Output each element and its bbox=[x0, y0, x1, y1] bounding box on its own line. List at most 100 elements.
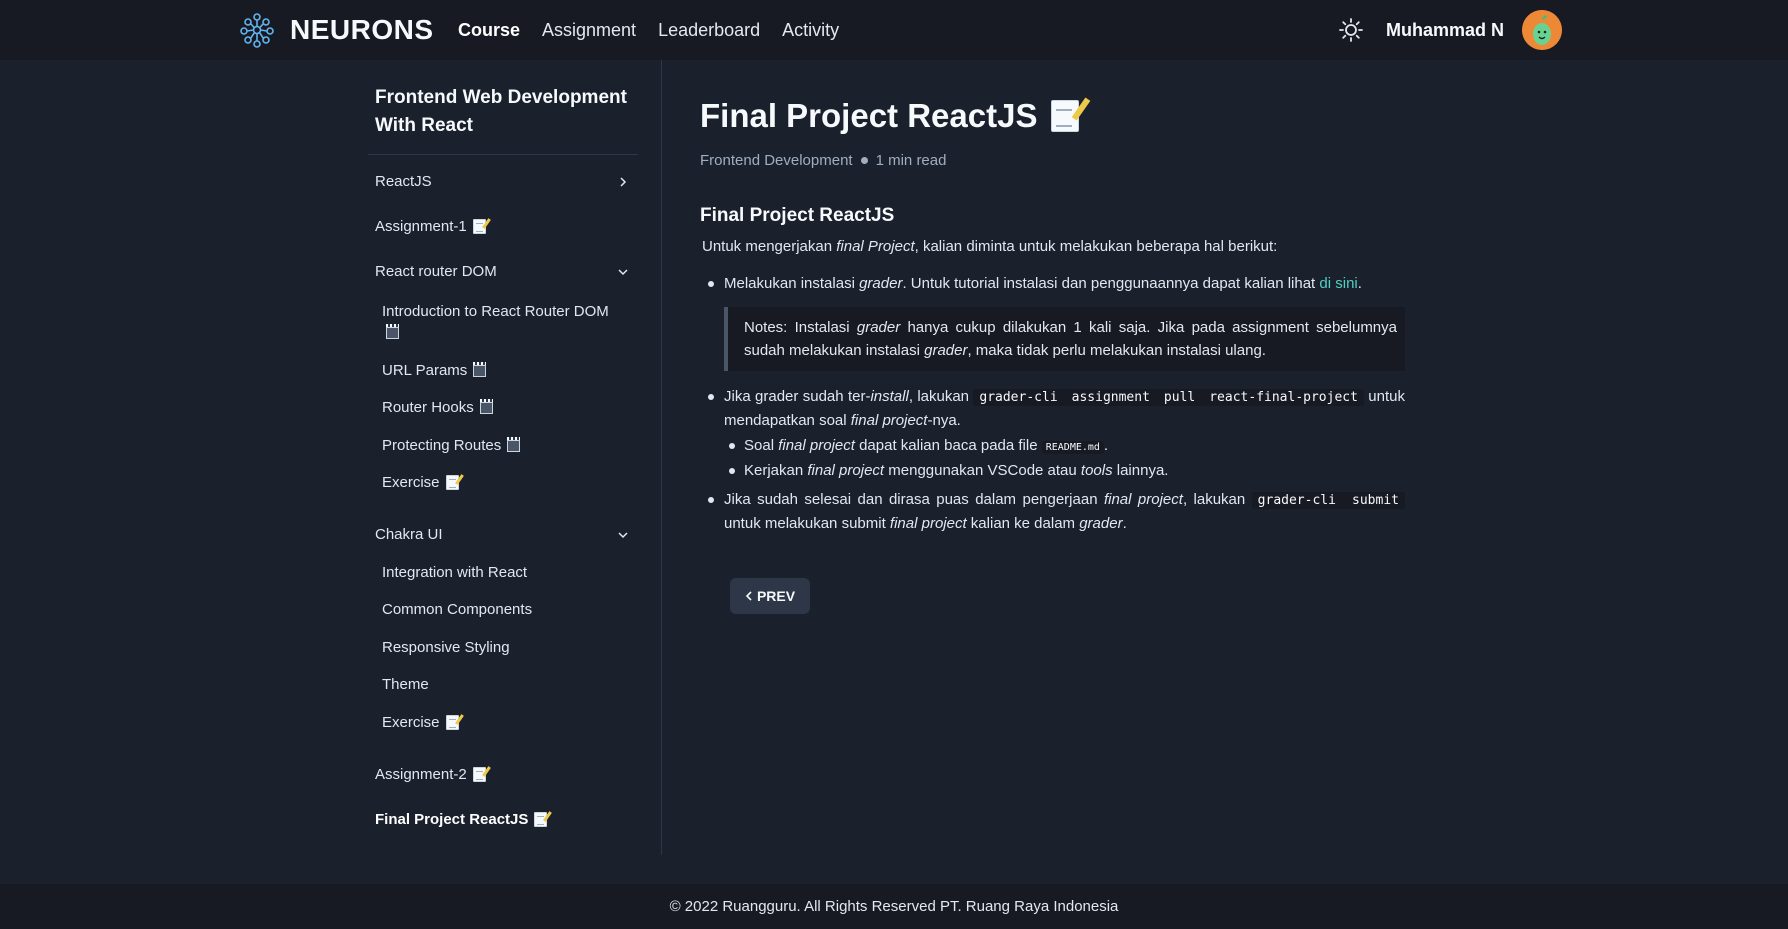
avatar[interactable] bbox=[1522, 10, 1562, 50]
chevron-left-icon bbox=[745, 591, 753, 601]
sidebar-item-label: Router Hooks bbox=[382, 399, 474, 416]
sidebar-item-common-components[interactable]: Common Components bbox=[382, 601, 532, 618]
instruction-list: Melakukan instalasi grader. Untuk tutori… bbox=[700, 272, 1405, 535]
text: , maka tidak perlu melakukan instalasi u… bbox=[967, 342, 1266, 359]
sidebar-item-label: Integration with React bbox=[382, 564, 528, 581]
brand[interactable]: NEURONS bbox=[238, 8, 434, 52]
chevron-right-icon[interactable] bbox=[616, 175, 630, 189]
list-item: Soal final project dapat kalian baca pad… bbox=[700, 434, 1405, 459]
list-item: Jika sudah selesai dan dirasa puas dalam… bbox=[700, 488, 1405, 535]
text: dapat kalian baca pada file bbox=[854, 437, 1042, 454]
sidebar-item-router-hooks[interactable]: Router Hooks bbox=[382, 398, 493, 416]
page-title-text: Final Project ReactJS bbox=[700, 97, 1038, 134]
emphasis: tools bbox=[1080, 462, 1113, 479]
text: , kalian diminta untuk melakukan beberap… bbox=[914, 238, 1278, 255]
sidebar-item-integration-with-react[interactable]: Integration with React bbox=[382, 564, 527, 581]
memo-icon bbox=[472, 767, 486, 782]
sidebar-item-protecting-routes[interactable]: Protecting Routes bbox=[382, 436, 521, 454]
sidebar-item-final-project[interactable]: Final Project ReactJS bbox=[375, 811, 548, 828]
sidebar-item-label: Introduction to React Router DOM bbox=[382, 303, 609, 320]
sidebar-item-url-params[interactable]: URL Params bbox=[382, 361, 487, 379]
sidebar-item-label: Assignment-1 bbox=[375, 218, 467, 235]
text: , lakukan bbox=[1182, 491, 1252, 508]
filename-code: README.md bbox=[1041, 441, 1104, 454]
chevron-down-icon[interactable] bbox=[616, 528, 630, 542]
clapper-icon bbox=[473, 361, 487, 377]
emphasis: final project bbox=[1103, 491, 1183, 508]
text: Jika sudah selesai dan dirasa puas dalam… bbox=[724, 491, 1104, 508]
sidebar-item-exercise-chakra[interactable]: Exercise bbox=[382, 714, 459, 731]
nav-course[interactable]: Course bbox=[458, 20, 520, 41]
sidebar-item-label: Responsive Styling bbox=[382, 639, 510, 656]
sidebar-item-label: Exercise bbox=[382, 474, 440, 491]
text: Soal bbox=[744, 437, 779, 454]
emphasis: grader bbox=[1079, 515, 1123, 532]
text: -nya. bbox=[927, 412, 961, 429]
memo-icon bbox=[445, 715, 459, 730]
sidebar-item-reactjs[interactable]: ReactJS bbox=[375, 173, 432, 190]
user-name[interactable]: Muhammad N bbox=[1386, 20, 1504, 41]
sidebar-item-label: Theme bbox=[382, 676, 429, 693]
text: . bbox=[1103, 437, 1109, 454]
text: , lakukan bbox=[908, 388, 974, 405]
sidebar-item-responsive-styling[interactable]: Responsive Styling bbox=[382, 639, 510, 656]
grader-tutorial-link[interactable]: di sini bbox=[1319, 275, 1357, 292]
sidebar-item-label: Exercise bbox=[382, 714, 440, 731]
emphasis: grader bbox=[859, 275, 903, 292]
emphasis: final project bbox=[778, 437, 855, 454]
sidebar-item-label: Common Components bbox=[382, 601, 533, 618]
prev-button[interactable]: PREV bbox=[730, 578, 810, 614]
sun-icon[interactable] bbox=[1336, 15, 1366, 45]
sidebar-item-assignment-1[interactable]: Assignment-1 bbox=[375, 218, 486, 235]
sidebar-item-chakra-ui[interactable]: Chakra UI bbox=[375, 526, 443, 543]
user-area: Muhammad N bbox=[1336, 0, 1562, 60]
separator-dot bbox=[860, 157, 868, 164]
memo-icon bbox=[534, 812, 548, 827]
sidebar-item-theme[interactable]: Theme bbox=[382, 676, 429, 693]
course-sidebar: Frontend Web Development With React Reac… bbox=[368, 60, 662, 855]
copyright-text: © 2022 Ruangguru. All Rights Reserved PT… bbox=[669, 898, 1119, 915]
intro-paragraph: Untuk mengerjakan final Project, kalian … bbox=[702, 238, 1277, 255]
clapper-icon bbox=[479, 398, 493, 414]
memo-icon bbox=[472, 219, 486, 234]
brand-name: NEURONS bbox=[290, 14, 434, 45]
nav-assignment[interactable]: Assignment bbox=[542, 20, 636, 41]
text: Kerjakan bbox=[744, 462, 808, 479]
sidebar-item-assignment-2[interactable]: Assignment-2 bbox=[375, 766, 486, 783]
page-title: Final Project ReactJS bbox=[700, 97, 1080, 135]
sidebar-item-label: React router DOM bbox=[375, 263, 497, 280]
memo-icon bbox=[445, 475, 459, 490]
text: Untuk mengerjakan bbox=[702, 238, 837, 255]
nav-activity[interactable]: Activity bbox=[782, 20, 839, 41]
notes-blockquote: Notes: Instalasi grader hanya cukup dila… bbox=[724, 307, 1405, 371]
nav-leaderboard[interactable]: Leaderboard bbox=[658, 20, 760, 41]
emphasis: install bbox=[870, 388, 909, 405]
sidebar-item-label: Final Project ReactJS bbox=[375, 811, 529, 828]
emphasis: final project bbox=[807, 462, 885, 479]
command-code[interactable]: grader-cli assignment pull react-final-p… bbox=[973, 389, 1364, 406]
list-item: Jika grader sudah ter-install, lakukan g… bbox=[700, 385, 1405, 432]
top-navbar: NEURONS Course Assignment Leaderboard Ac… bbox=[0, 0, 1788, 60]
sidebar-item-react-router-dom[interactable]: React router DOM bbox=[375, 263, 497, 280]
clapper-icon bbox=[386, 324, 399, 339]
chevron-down-icon[interactable] bbox=[616, 265, 630, 279]
sidebar-item-label: Protecting Routes bbox=[382, 437, 502, 454]
text: Melakukan instalasi bbox=[724, 275, 860, 292]
emphasis: final project bbox=[889, 515, 967, 532]
list-item: Melakukan instalasi grader. Untuk tutori… bbox=[700, 272, 1405, 295]
sidebar-item-label: Chakra UI bbox=[375, 526, 443, 543]
lesson-meta: Frontend Development 1 min read bbox=[700, 152, 946, 169]
text: Jika grader sudah ter- bbox=[724, 388, 871, 405]
sidebar-item-intro-router-dom[interactable]: Introduction to React Router DOM bbox=[382, 301, 622, 346]
footer: © 2022 Ruangguru. All Rights Reserved PT… bbox=[0, 884, 1788, 929]
emphasis: final Project bbox=[836, 238, 915, 255]
memo-icon bbox=[1051, 100, 1080, 132]
emphasis: grader bbox=[924, 342, 968, 359]
neurons-logo-icon bbox=[238, 11, 276, 49]
clapper-icon bbox=[507, 436, 521, 452]
sidebar-item-exercise-router[interactable]: Exercise bbox=[382, 474, 459, 491]
command-code[interactable]: grader-cli submit bbox=[1251, 492, 1405, 509]
list-item: Kerjakan final project menggunakan VSCod… bbox=[700, 459, 1405, 482]
main-nav: Course Assignment Leaderboard Activity bbox=[458, 0, 839, 60]
sidebar-item-label: URL Params bbox=[382, 362, 468, 379]
